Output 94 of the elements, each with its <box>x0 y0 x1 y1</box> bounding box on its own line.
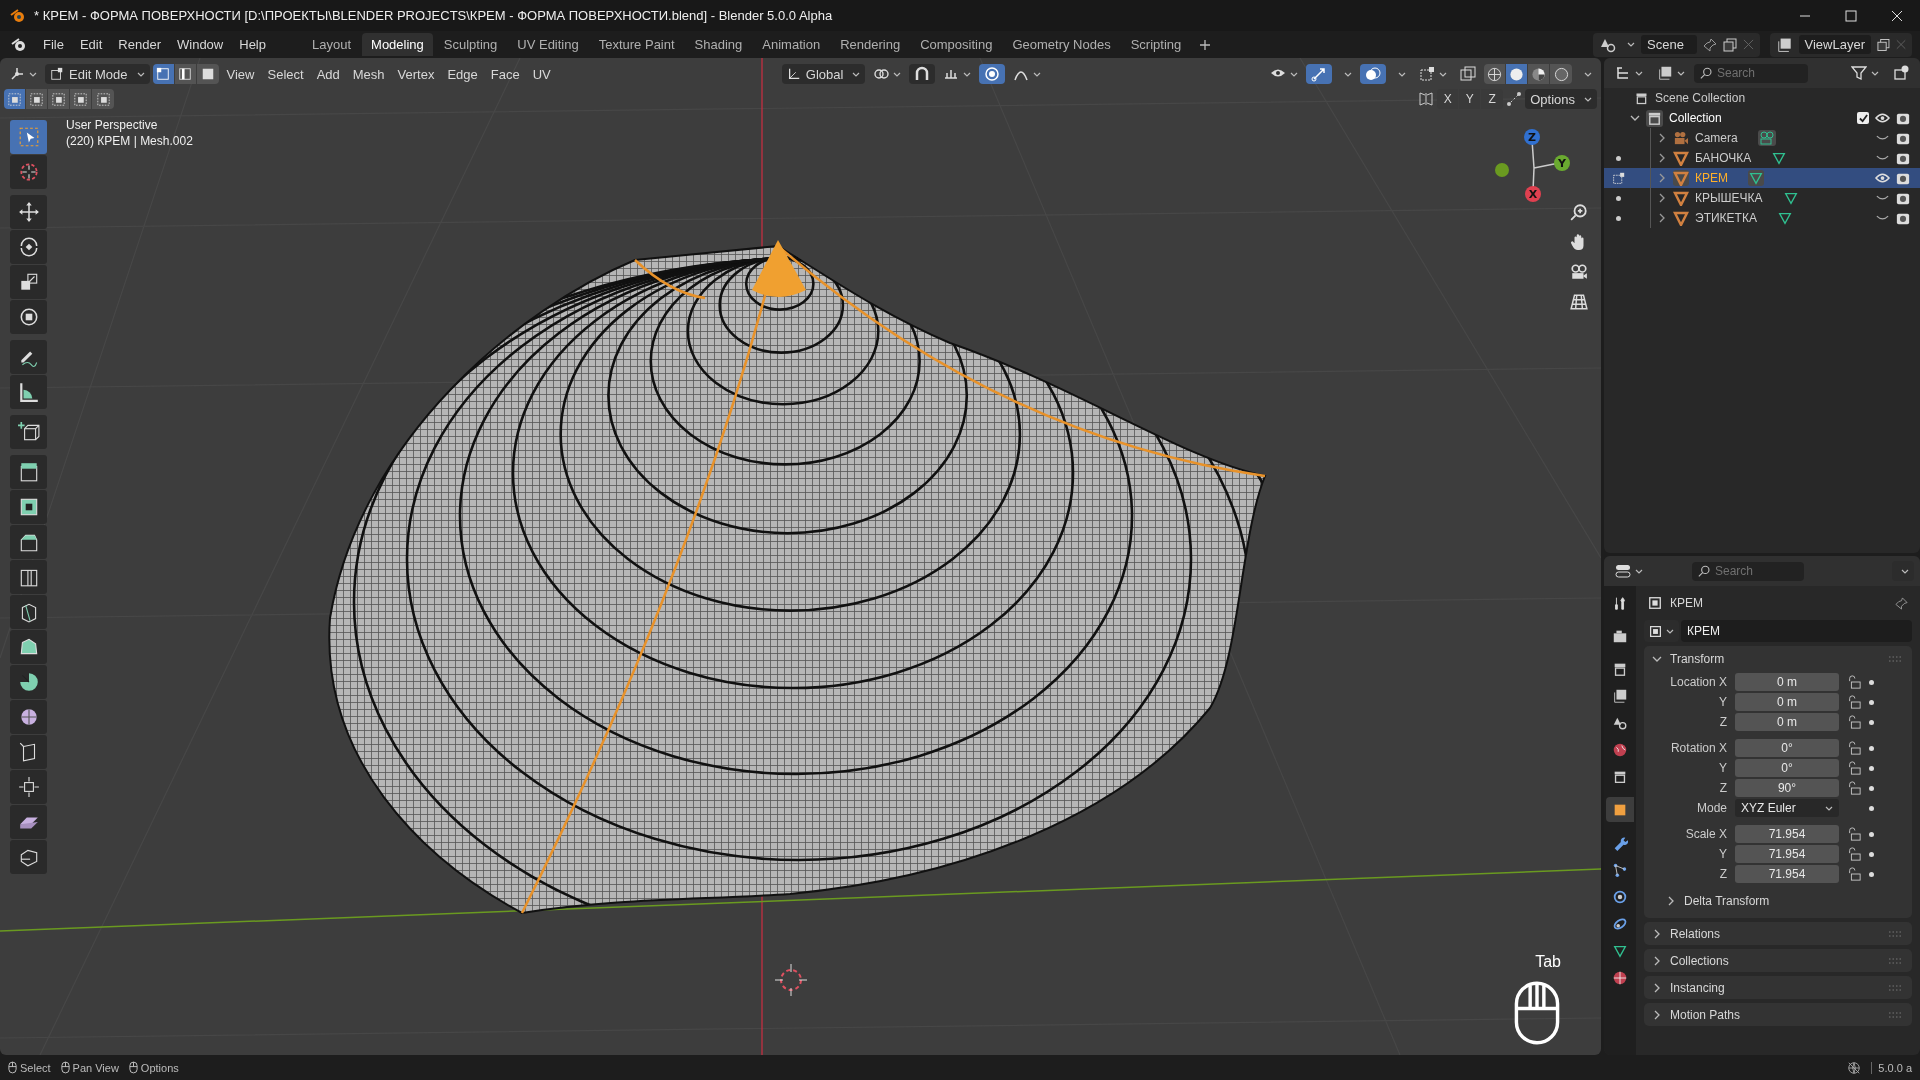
outliner-item[interactable]: Camera <box>1604 128 1920 148</box>
field-label: Mode <box>1695 801 1727 815</box>
workspace-tab[interactable]: Animation <box>753 33 830 56</box>
workspace-tab[interactable]: Shading <box>685 33 752 56</box>
object-name: ЭТИКЕТКА <box>1695 211 1757 225</box>
options-dropdown[interactable]: Options <box>1525 89 1597 109</box>
3d-viewport[interactable]: Edit Mode View Select Add Mesh Vertex Edge Face UV Global X Y Z Options User Perspective (220) КРЕМ | Mesh.002 Z Y X Tab <box>0 58 1601 1055</box>
workspace-tab[interactable]: Sculpting <box>434 33 507 56</box>
search-input[interactable]: Search <box>1715 564 1795 578</box>
panel-title[interactable]: Transform <box>1670 652 1725 666</box>
view-layer-name: ViewLayer <box>1798 35 1871 54</box>
gizmo-axis-handle[interactable]: Y <box>1554 155 1570 171</box>
version-label: 5.0.0 a <box>1871 1061 1912 1074</box>
collapsed-panel[interactable]: Collections <box>1644 949 1912 972</box>
object-name: КРЫШЕЧКА <box>1695 191 1763 205</box>
outliner-item[interactable]: БАНОЧКА <box>1604 148 1920 168</box>
search-input[interactable]: Search <box>1717 66 1797 80</box>
object-name: Camera <box>1695 131 1738 145</box>
menu-item[interactable]: View <box>221 64 260 84</box>
menu-item[interactable]: Mesh <box>347 64 390 84</box>
number-field[interactable]: 0° <box>1735 739 1839 757</box>
mode-dropdown[interactable]: Edit Mode <box>45 64 150 84</box>
menu-item[interactable]: Edge <box>442 64 483 84</box>
orientation-dropdown[interactable]: Global <box>781 64 866 84</box>
workspace-tab[interactable]: Compositing <box>911 33 1002 56</box>
field-label: Scale X <box>1684 827 1727 841</box>
field-label: Y <box>1718 761 1727 775</box>
outliner-item[interactable]: КРЕМ <box>1604 168 1920 188</box>
menu-item[interactable]: UV <box>527 64 556 84</box>
field-label: Y <box>1718 695 1727 709</box>
workspace-tab[interactable]: UV Editing <box>508 33 588 56</box>
panel-title[interactable]: Collections <box>1670 953 1729 968</box>
window-title: * КРЕМ - ФОРМА ПОВЕРХНОСТИ [D:\ПРОЕКТЫ\BLENDER PROJECTS\КРЕМ - ФОРМА ПОВЕРХНОСТИ.blend] - Blender 5.0.0 Alpha <box>34 8 833 23</box>
panel-title[interactable]: Instancing <box>1670 980 1725 995</box>
collection-label[interactable]: Collection <box>1669 111 1722 125</box>
workspace-tab[interactable]: Rendering <box>831 33 910 56</box>
search-field[interactable]: Search <box>1692 561 1804 581</box>
search-field[interactable]: Search <box>1694 63 1808 83</box>
menu-item[interactable]: Edit <box>72 34 110 55</box>
menu-item[interactable]: Select <box>262 64 309 84</box>
number-field[interactable]: 0 m <box>1735 713 1839 731</box>
workspace-tab[interactable]: Geometry Nodes <box>1003 33 1120 56</box>
mode-dropdown[interactable]: XYZ Euler <box>1735 799 1839 817</box>
menu-item[interactable]: Add <box>311 64 345 84</box>
panel-title[interactable]: Relations <box>1670 926 1721 941</box>
workspace-tab[interactable]: Layout <box>303 33 361 56</box>
mirror-axis-toggle[interactable]: Z <box>1481 89 1504 109</box>
collapsed-panel[interactable]: Relations <box>1644 922 1912 945</box>
status-hint: Options <box>140 1061 179 1074</box>
view-layer-selector[interactable]: ViewLayer <box>1770 32 1912 57</box>
status-hint: Select <box>20 1061 51 1074</box>
field-label: Rotation X <box>1669 741 1727 755</box>
object-name: БАНОЧКА <box>1695 151 1752 165</box>
number-field[interactable]: 0 m <box>1735 693 1839 711</box>
collapsed-panel[interactable]: Instancing <box>1644 976 1912 999</box>
mirror-axis-toggle[interactable]: X <box>1437 89 1460 109</box>
object-name: КРЕМ <box>1695 171 1728 185</box>
workspace-tab[interactable]: Scripting <box>1121 33 1191 56</box>
object-name-field[interactable]: КРЕМ <box>1681 620 1912 642</box>
number-field[interactable]: 90° <box>1735 779 1839 797</box>
workspace-tab[interactable]: Modeling <box>362 33 433 56</box>
field-label: Z <box>1718 715 1727 729</box>
number-field[interactable]: 71.954 <box>1735 865 1839 883</box>
subpanel-title[interactable]: Delta Transform <box>1684 894 1770 908</box>
key-hint: Tab <box>1535 953 1561 971</box>
scene-name: Scene <box>1641 35 1697 54</box>
scene-selector[interactable]: Scene <box>1593 32 1760 57</box>
menu-item[interactable]: Face <box>485 64 525 84</box>
gizmo-axis-handle[interactable]: Z <box>1524 129 1540 145</box>
menu-item[interactable]: Vertex <box>392 64 440 84</box>
number-field[interactable]: 71.954 <box>1735 825 1839 843</box>
menu-item[interactable]: File <box>36 34 71 55</box>
field-label: Y <box>1718 847 1727 861</box>
outliner-item[interactable]: ЭТИКЕТКА <box>1604 208 1920 228</box>
field-label: Z <box>1718 781 1727 795</box>
field-label: Z <box>1718 867 1727 881</box>
object-info: (220) КРЕМ | Mesh.002 <box>66 134 193 148</box>
menu-item[interactable]: Render <box>111 34 168 55</box>
menu-item[interactable]: Help <box>232 34 273 55</box>
menu-item[interactable]: Window <box>170 34 231 55</box>
status-hint: Pan View <box>72 1061 119 1074</box>
number-field[interactable]: 71.954 <box>1735 845 1839 863</box>
panel-title[interactable]: Motion Paths <box>1670 1007 1741 1022</box>
number-field[interactable]: 0° <box>1735 759 1839 777</box>
field-label: Location X <box>1669 675 1727 689</box>
object-name: КРЕМ <box>1670 596 1703 610</box>
workspace-tab[interactable]: Texture Paint <box>589 33 684 56</box>
name-input[interactable]: КРЕМ <box>1681 624 1887 638</box>
view-name: User Perspective <box>66 118 159 132</box>
number-field[interactable]: 0 m <box>1735 673 1839 691</box>
collapsed-panel[interactable]: Motion Paths <box>1644 1003 1912 1026</box>
scene-collection-label[interactable]: Scene Collection <box>1655 91 1746 105</box>
gizmo-axis-handle[interactable]: X <box>1525 186 1541 202</box>
outliner-item[interactable]: КРЫШЕЧКА <box>1604 188 1920 208</box>
